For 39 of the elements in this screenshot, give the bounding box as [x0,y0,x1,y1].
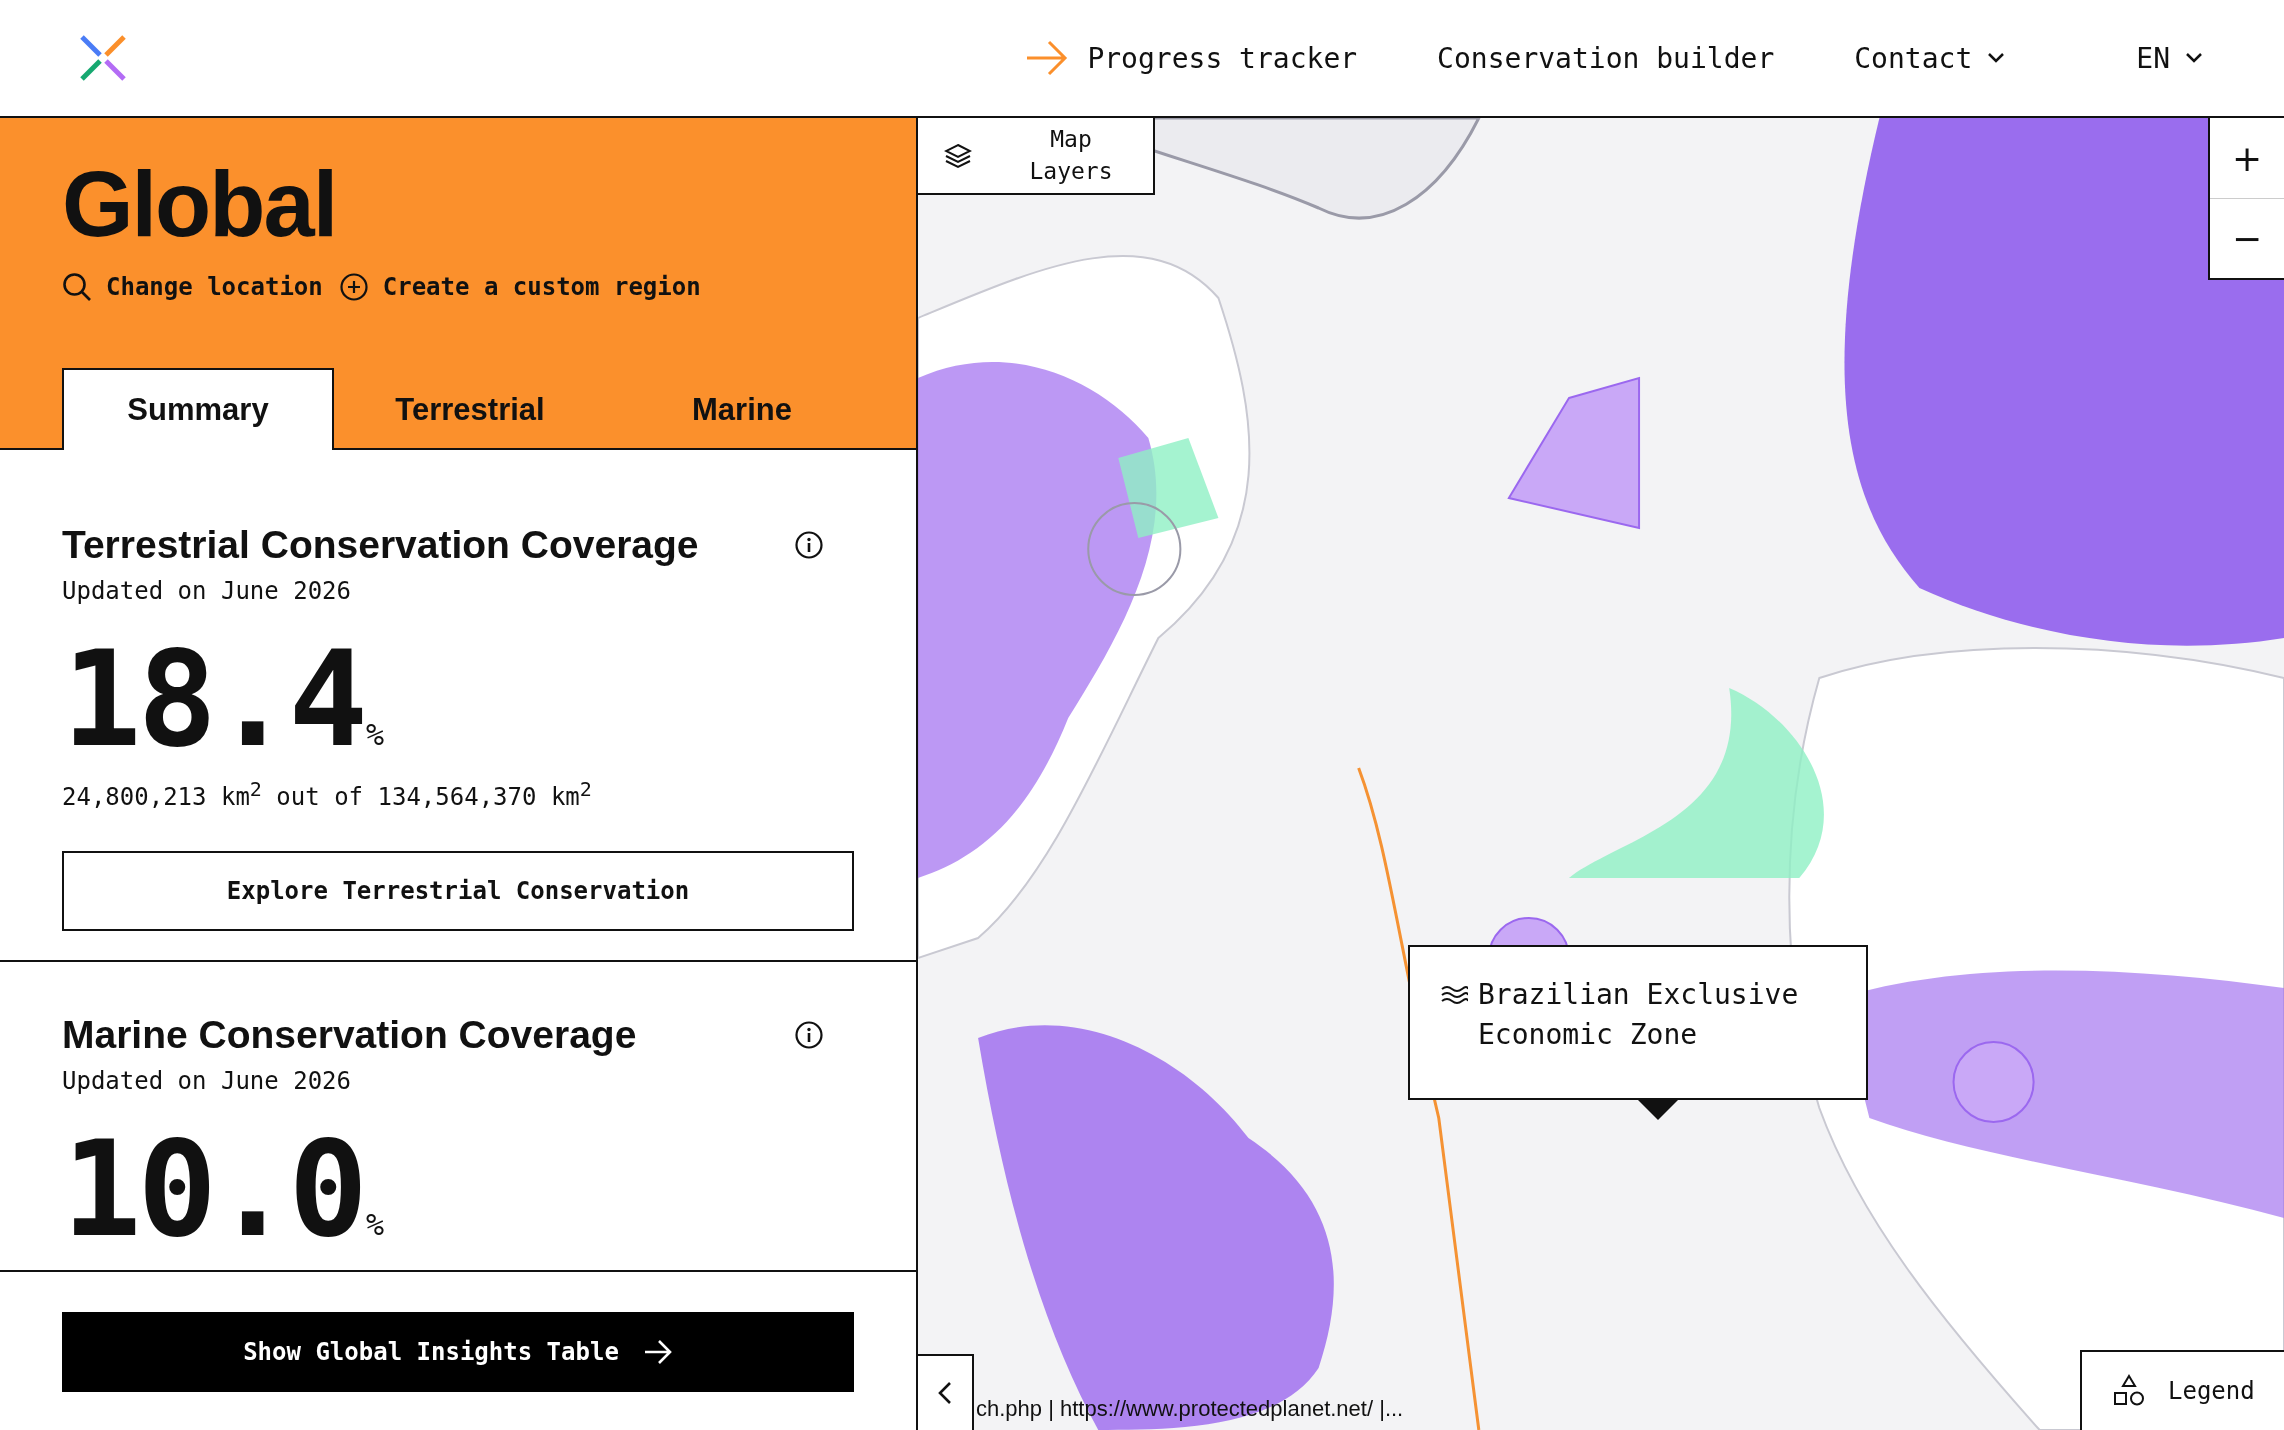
area-text: 24,800,213 km$^{2}$ out of 134,564,370 km$^{2}$ [62,776,593,811]
tooltip-text: Brazilian Exclusive Economic Zone [1478,977,1800,1053]
nav-link[interactable]: Progress tracker [1025,38,1358,78]
logo-icon[interactable] [78,33,128,83]
map-attribution: ch.php | https://www.protectedplanet.net/ |... [976,1396,1404,1422]
chevron-down-icon [2184,51,2204,65]
shapes-icon [2112,1374,2146,1408]
nav-link[interactable]: EN [2136,41,2204,75]
location-title: Global [62,158,338,250]
section-title: Marine Conservation Coverage [62,1012,637,1058]
plus-circle-icon [338,272,369,302]
updated-date: Updated on June 2026 [62,1066,352,1095]
nav-link[interactable]: Contact [1854,41,2007,75]
coverage-unit: % [365,716,384,752]
action-link[interactable]: Change location [62,272,323,302]
coverage-value: 18.4 [62,632,364,765]
arrow-icon [1025,38,1070,78]
waves-icon [1440,985,1468,1005]
arrow-right-icon [642,1339,673,1365]
coverage-value: 10.0 [62,1122,364,1255]
layers-icon [944,142,972,169]
nav-link[interactable]: Conservation builder [1437,41,1775,75]
info-icon[interactable] [794,1020,824,1051]
info-icon[interactable] [794,530,824,561]
tab[interactable]: Marine [606,368,878,450]
insights-button[interactable]: Show Global Insights Table [62,1312,854,1392]
map-layers-button[interactable]: Map Layers [918,118,1155,195]
section-title: Terrestrial Conservation Coverage [62,522,699,568]
collapse-panel-button[interactable] [918,1354,974,1430]
legend-button[interactable]: Legend [2080,1350,2284,1430]
chevron-down-icon [1986,51,2007,65]
action-link[interactable]: Create a custom region [338,272,701,302]
explore-button[interactable]: Explore Terrestrial Conservation [62,850,854,931]
tab[interactable]: Summary [62,368,334,450]
updated-date: Updated on June 2026 [62,576,352,605]
coverage-unit: % [365,1206,384,1242]
tab[interactable]: Terrestrial [334,368,606,450]
chevron-left-icon [936,1380,954,1406]
search-icon [62,272,92,302]
